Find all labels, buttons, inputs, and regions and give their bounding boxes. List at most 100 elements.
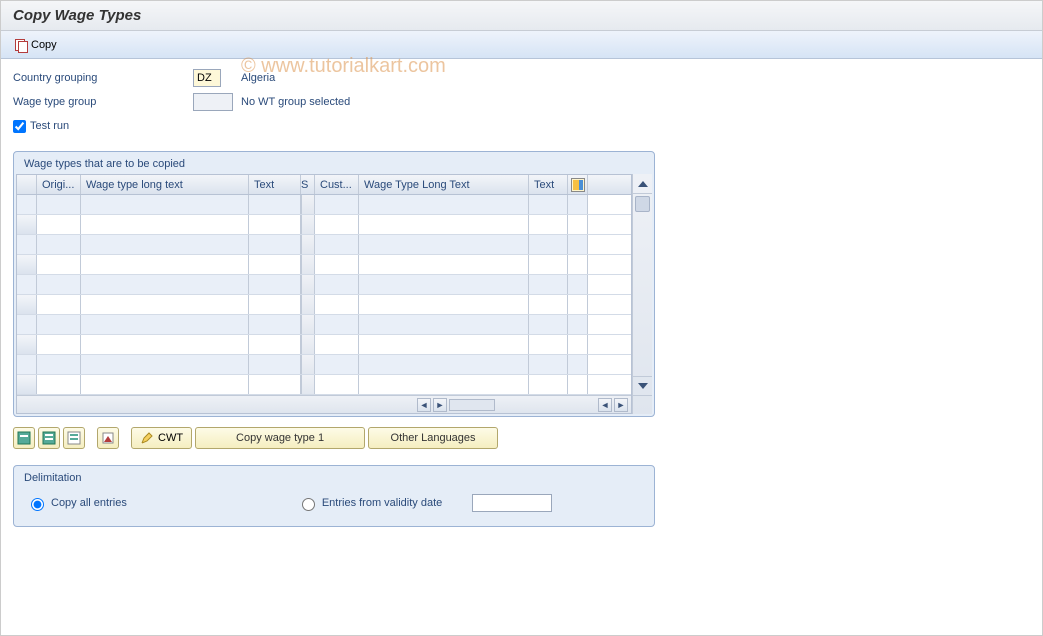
row-selector[interactable] (17, 355, 37, 374)
col-origi[interactable]: Origi... (37, 175, 81, 194)
table-row[interactable] (17, 195, 631, 215)
cell-origi[interactable] (37, 375, 81, 394)
copy-all-entries-radio[interactable]: Copy all entries (26, 495, 127, 511)
cell-wtlt2[interactable] (359, 195, 529, 214)
cell-wtlt[interactable] (81, 295, 249, 314)
col-text[interactable]: Text (249, 175, 301, 194)
cell-wtlt[interactable] (81, 195, 249, 214)
cell-wtlt[interactable] (81, 215, 249, 234)
col-wage-type-long-text[interactable]: Wage type long text (81, 175, 249, 194)
cell-cust[interactable] (315, 235, 359, 254)
cell-wtlt2[interactable] (359, 255, 529, 274)
table-row[interactable] (17, 275, 631, 295)
cell-text[interactable] (249, 255, 301, 274)
cell-wtlt2[interactable] (359, 215, 529, 234)
col-wage-type-long-text-2[interactable]: Wage Type Long Text (359, 175, 529, 194)
table-row[interactable] (17, 375, 631, 395)
cell-wtlt[interactable] (81, 375, 249, 394)
cell-text2[interactable] (529, 275, 568, 294)
cell-s[interactable] (301, 235, 315, 254)
copy-wage-type-1-button[interactable]: Copy wage type 1 (195, 427, 365, 449)
row-selector[interactable] (17, 335, 37, 354)
row-select-header[interactable] (17, 175, 37, 194)
row-selector[interactable] (17, 295, 37, 314)
hscroll-right-2[interactable]: ► (614, 398, 628, 412)
cell-origi[interactable] (37, 195, 81, 214)
cell-origi[interactable] (37, 355, 81, 374)
cell-wtlt2[interactable] (359, 375, 529, 394)
table-row[interactable] (17, 215, 631, 235)
cell-text[interactable] (249, 335, 301, 354)
col-text-2[interactable]: Text (529, 175, 568, 194)
cell-text2[interactable] (529, 235, 568, 254)
cell-text[interactable] (249, 215, 301, 234)
cell-wtlt[interactable] (81, 255, 249, 274)
row-selector[interactable] (17, 255, 37, 274)
cell-text[interactable] (249, 275, 301, 294)
cell-s[interactable] (301, 355, 315, 374)
vscroll-up[interactable] (633, 174, 652, 194)
cell-cust[interactable] (315, 275, 359, 294)
cell-wtlt2[interactable] (359, 335, 529, 354)
cell-cust[interactable] (315, 255, 359, 274)
cell-cust[interactable] (315, 375, 359, 394)
cell-wtlt2[interactable] (359, 275, 529, 294)
vscroll-thumb[interactable] (635, 196, 650, 212)
cell-text2[interactable] (529, 375, 568, 394)
cell-text2[interactable] (529, 295, 568, 314)
cell-text2[interactable] (529, 255, 568, 274)
cell-origi[interactable] (37, 315, 81, 334)
cell-origi[interactable] (37, 295, 81, 314)
row-selector[interactable] (17, 315, 37, 334)
cell-origi[interactable] (37, 255, 81, 274)
icon-button-1[interactable] (13, 427, 35, 449)
cell-text2[interactable] (529, 355, 568, 374)
entries-from-date-radio[interactable]: Entries from validity date (297, 495, 442, 511)
icon-button-2[interactable] (38, 427, 60, 449)
row-selector[interactable] (17, 375, 37, 394)
icon-button-3[interactable] (63, 427, 85, 449)
cell-text[interactable] (249, 355, 301, 374)
cell-origi[interactable] (37, 235, 81, 254)
cell-s[interactable] (301, 375, 315, 394)
entries-from-date-radio-input[interactable] (302, 498, 315, 511)
cell-cust[interactable] (315, 195, 359, 214)
row-selector[interactable] (17, 195, 37, 214)
table-row[interactable] (17, 235, 631, 255)
copy-all-entries-radio-input[interactable] (31, 498, 44, 511)
table-config-button[interactable] (568, 175, 588, 194)
cell-wtlt2[interactable] (359, 295, 529, 314)
cell-wtlt[interactable] (81, 235, 249, 254)
cell-cust[interactable] (315, 335, 359, 354)
cell-origi[interactable] (37, 335, 81, 354)
cell-s[interactable] (301, 295, 315, 314)
cell-cust[interactable] (315, 295, 359, 314)
table-row[interactable] (17, 255, 631, 275)
other-languages-button[interactable]: Other Languages (368, 427, 498, 449)
cell-cust[interactable] (315, 355, 359, 374)
table-row[interactable] (17, 295, 631, 315)
cell-origi[interactable] (37, 275, 81, 294)
cell-s[interactable] (301, 215, 315, 234)
cell-s[interactable] (301, 315, 315, 334)
cell-text2[interactable] (529, 315, 568, 334)
table-row[interactable] (17, 315, 631, 335)
col-cust[interactable]: Cust... (315, 175, 359, 194)
icon-button-4[interactable] (97, 427, 119, 449)
cwt-button[interactable]: CWT (131, 427, 192, 449)
cell-origi[interactable] (37, 215, 81, 234)
table-row[interactable] (17, 355, 631, 375)
cell-text[interactable] (249, 195, 301, 214)
cell-text2[interactable] (529, 335, 568, 354)
cell-s[interactable] (301, 275, 315, 294)
hscroll-right-1[interactable]: ► (433, 398, 447, 412)
cell-wtlt2[interactable] (359, 235, 529, 254)
col-s[interactable]: S (301, 175, 315, 194)
cell-text[interactable] (249, 315, 301, 334)
cell-s[interactable] (301, 195, 315, 214)
table-row[interactable] (17, 335, 631, 355)
row-selector[interactable] (17, 215, 37, 234)
cell-wtlt[interactable] (81, 335, 249, 354)
hscroll-track-1[interactable] (449, 399, 495, 411)
cell-text2[interactable] (529, 195, 568, 214)
